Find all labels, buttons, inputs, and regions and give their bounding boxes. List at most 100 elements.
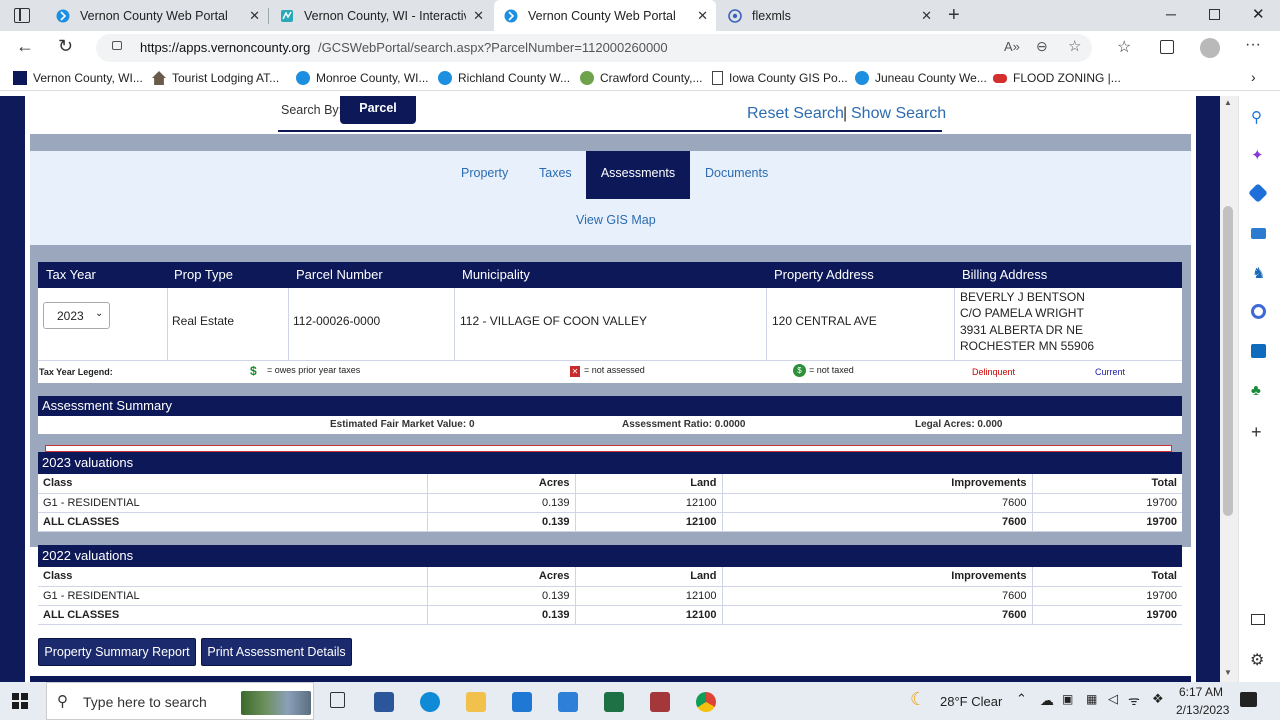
office-icon[interactable] [1251, 304, 1266, 319]
browser-tab-3-active[interactable]: Vernon County Web Portal ✕ [494, 0, 716, 31]
tools-icon[interactable] [1251, 228, 1266, 239]
back-icon[interactable]: ← [16, 36, 34, 57]
row-total: 19700 [1031, 586, 1182, 606]
sidebar-layout-icon[interactable] [1251, 614, 1265, 625]
reset-search-link[interactable]: Reset Search [747, 105, 844, 123]
close-window-icon[interactable]: ✕ [1252, 5, 1265, 23]
tab-assessments[interactable]: Assessments [586, 151, 690, 199]
task-view-icon[interactable] [330, 692, 345, 708]
url-field[interactable]: https://apps.vernoncounty.org /GCSWebPor… [96, 34, 1092, 62]
tax-year-select[interactable]: 2023 ⌄ [43, 302, 110, 329]
chrome-icon[interactable] [696, 692, 716, 712]
tray-overflow-icon[interactable]: ⌃ [1016, 691, 1027, 707]
scroll-down-arrow[interactable]: ▼ [1224, 668, 1232, 677]
outlook-icon[interactable] [1251, 344, 1266, 358]
onedrive-icon[interactable]: ☁ [1040, 692, 1054, 709]
start-icon[interactable] [12, 693, 28, 709]
settings-icon[interactable]: ⚙ [1250, 650, 1264, 670]
wifi-icon[interactable]: ᯤ [1128, 691, 1140, 709]
row-improvements: 7600 [721, 493, 1032, 513]
browser-tab-2[interactable]: Vernon County, WI - Interactive Ma ✕ [268, 0, 492, 31]
taskbar-date[interactable]: 2/13/2023 [1176, 703, 1229, 717]
cell-divider [954, 288, 955, 360]
tab-documents[interactable]: Documents [705, 166, 768, 180]
page-content: Search By: Parcel Reset Search | Show Se… [0, 96, 1280, 682]
bookmark-juneau[interactable]: Juneau County We... [855, 71, 987, 85]
view-gis-map-link[interactable]: View GIS Map [576, 213, 656, 227]
show-search-link[interactable]: Show Search [851, 105, 946, 123]
bookmark-vernon[interactable]: Vernon County, WI... [13, 71, 143, 85]
legend-not-assessed: = not assessed [584, 365, 645, 375]
shopping-icon[interactable] [1248, 183, 1268, 203]
bookmark-iowa[interactable]: Iowa County GIS Po... [712, 71, 848, 85]
search-strip [25, 96, 1196, 134]
bookmarks-overflow-icon[interactable]: › [1251, 69, 1256, 85]
tree-icon[interactable]: ♣ [1251, 382, 1261, 399]
taskbar-search-placeholder: Type here to search [83, 694, 207, 710]
bookmark-flood[interactable]: FLOOD ZONING |... [993, 71, 1121, 85]
bookmark-tourist[interactable]: Tourist Lodging AT... [152, 71, 279, 85]
address-bar-row: ← ↻ https://apps.vernoncounty.org /GCSWe… [0, 31, 1280, 65]
network-icon[interactable]: ▦ [1086, 692, 1097, 706]
close-tab-icon[interactable]: ✕ [921, 8, 932, 24]
file-explorer-icon[interactable] [466, 692, 486, 712]
bookmark-monroe[interactable]: Monroe County, WI... [296, 71, 428, 85]
more-menu-icon[interactable]: ··· [1245, 36, 1261, 54]
tax-year-legend: Tax Year Legend: $ = owes prior year tax… [38, 360, 1182, 383]
close-tab-icon[interactable]: ✕ [697, 8, 708, 24]
bookmark-crawford[interactable]: Crawford County,... [580, 71, 702, 85]
bookmark-richland[interactable]: Richland County W... [438, 71, 570, 85]
mail-icon[interactable] [512, 692, 532, 712]
legend-delinquent: Delinquent [972, 367, 1016, 377]
close-tab-icon[interactable]: ✕ [473, 8, 484, 24]
row-total: 19700 [1031, 512, 1182, 532]
copilot-icon[interactable]: ✦ [1251, 146, 1264, 164]
word-icon[interactable] [374, 692, 394, 712]
favorites-icon[interactable]: ☆ [1117, 37, 1131, 57]
excel-icon[interactable] [604, 692, 624, 712]
right-frame [1196, 96, 1220, 682]
print-assessment-details-button[interactable]: Print Assessment Details [201, 638, 352, 666]
browser-tab-1[interactable]: Vernon County Web Portal ✕ [44, 0, 268, 31]
access-icon[interactable] [650, 692, 670, 712]
tab-actions-icon[interactable] [14, 8, 30, 23]
volume-icon[interactable]: ◁ [1108, 691, 1118, 707]
close-tab-icon[interactable]: ✕ [249, 8, 260, 24]
search-highlight-art-icon [241, 691, 311, 715]
store-icon[interactable] [558, 692, 578, 712]
notifications-icon[interactable] [1240, 692, 1257, 707]
row-acres: 0.139 [426, 493, 575, 513]
minimize-icon[interactable]: ─ [1166, 6, 1176, 22]
tab-property[interactable]: Property [461, 166, 508, 180]
scrollbar-thumb[interactable] [1223, 206, 1233, 516]
read-aloud-icon[interactable]: A» [1004, 39, 1020, 54]
legend-current: Current [1095, 367, 1126, 377]
col-improvements: Improvements [721, 567, 1032, 587]
scroll-up-arrow[interactable]: ▲ [1224, 98, 1232, 107]
gray-band [30, 134, 1191, 151]
refresh-icon[interactable]: ↻ [58, 36, 73, 57]
zoom-icon[interactable]: ⊖ [1036, 38, 1048, 55]
dropbox-icon[interactable]: ❖ [1152, 691, 1164, 707]
search-by-selector[interactable]: Parcel [340, 96, 416, 124]
row-improvements: 7600 [721, 512, 1032, 532]
taskbar-time[interactable]: 6:17 AM [1179, 685, 1223, 699]
browser-tab-4[interactable]: flexmls ✕ [716, 0, 940, 31]
search-icon[interactable]: ⚲ [1251, 108, 1262, 126]
edge-icon[interactable] [420, 692, 440, 712]
profile-avatar-icon[interactable] [1200, 38, 1220, 58]
header-municipality: Municipality [462, 267, 530, 282]
games-icon[interactable]: ♞ [1252, 264, 1265, 282]
new-tab-icon[interactable]: + [948, 4, 960, 27]
property-summary-report-button[interactable]: Property Summary Report [38, 638, 196, 666]
weather-text[interactable]: 28°F Clear [940, 694, 1002, 709]
tab-taxes[interactable]: Taxes [539, 166, 572, 180]
property-address-value: 120 CENTRAL AVE [772, 314, 877, 328]
meet-icon[interactable]: ▣ [1062, 692, 1073, 706]
add-sidebar-icon[interactable]: + [1251, 422, 1262, 443]
maximize-icon[interactable] [1209, 9, 1220, 20]
collections-icon[interactable] [1160, 40, 1174, 54]
taskbar-search-box[interactable]: ⚲ Type here to search [46, 682, 314, 720]
add-favorite-icon[interactable]: ☆ [1068, 37, 1081, 55]
table-row: G1 - RESIDENTIAL 0.139 12100 7600 19700 [38, 586, 1182, 606]
